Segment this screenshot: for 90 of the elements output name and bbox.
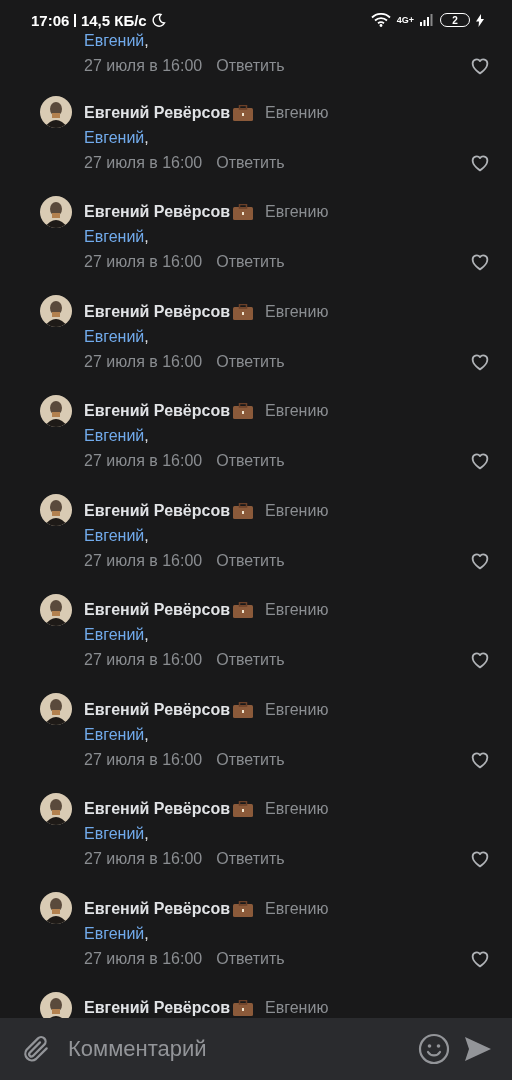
author-name[interactable]: Евгений Ревёрсов [84,999,231,1017]
reply-link[interactable]: Ответить [216,750,285,769]
comment-text: Евгений, [84,626,149,644]
comment-text: Евгений, [84,725,149,744]
briefcase-icon [233,502,254,519]
like-icon[interactable] [470,551,490,570]
reply-link[interactable]: Ответить [216,153,285,172]
reply-link[interactable]: Ответить [216,56,285,75]
briefcase-icon [233,403,254,419]
comment-date: 27 июля в 16:00 [84,253,203,271]
reply-to-name: Евгению [265,402,329,420]
comment-date: 27 июля в 16:00 [84,153,203,172]
like-icon[interactable] [470,153,490,172]
emoji-icon[interactable] [418,1033,450,1065]
reply-link[interactable]: Ответить [216,651,285,669]
author-name[interactable]: Евгений Ревёрсов [84,501,231,520]
author-name[interactable]: Евгений Ревёрсов [84,402,231,420]
comment-date: 27 июля в 16:00 [84,750,203,769]
like-icon[interactable] [470,949,490,968]
like-icon[interactable] [470,452,490,470]
comment-text: Евгений, [84,327,149,346]
comment-text: Евгений, [84,924,149,943]
reply-link[interactable]: Ответить [216,850,285,868]
avatar[interactable] [40,792,72,825]
avatar[interactable] [40,394,72,427]
author-name[interactable]: Евгений Ревёрсов [84,700,231,719]
author-name[interactable]: Евгений Ревёрсов [84,601,231,619]
briefcase-icon [233,701,254,718]
author-name[interactable]: Евгений Ревёрсов [84,103,231,122]
comment-date: 27 июля в 16:00 [84,452,203,470]
reply-to-name: Евгению [265,999,329,1017]
avatar[interactable] [40,494,72,526]
briefcase-icon [233,1000,254,1016]
reply-to-name: Евгению [265,800,329,818]
send-icon[interactable] [464,1035,492,1063]
reply-link[interactable]: Ответить [216,253,285,271]
avatar[interactable] [40,295,72,327]
reply-to-name: Евгению [265,203,329,221]
author-name[interactable]: Евгений Ревёрсов [84,899,231,918]
like-icon[interactable] [470,651,490,669]
comment-text: Евгений, [84,228,149,246]
comment-date: 27 июля в 16:00 [84,56,203,75]
avatar[interactable] [40,991,72,1018]
author-name[interactable]: Евгений Ревёрсов [84,800,231,818]
comment-date: 27 июля в 16:00 [84,352,203,371]
comment-field[interactable]: Комментарий [66,1035,404,1063]
reply-to-name: Евгению [265,601,329,619]
comment-text: Евгений, [84,128,149,147]
reply-link[interactable]: Ответить [216,452,285,470]
like-icon[interactable] [470,56,490,75]
network-speed: 14,5 КБ/с [80,11,147,29]
wifi-icon [370,13,391,27]
avatar[interactable] [40,693,72,725]
like-icon[interactable] [470,750,490,769]
like-icon[interactable] [470,352,490,371]
signal-icon [420,14,434,26]
reply-link[interactable]: Ответить [216,949,285,968]
comment-date: 27 июля в 16:00 [84,651,203,669]
briefcase-icon [233,801,254,817]
reply-to-name: Евгению [265,103,329,122]
briefcase-icon [233,900,254,917]
briefcase-icon [233,204,254,220]
comment-text: Евгений, [84,526,149,545]
reply-to-name: Евгению [265,700,329,719]
reply-to-name: Евгению [265,899,329,918]
comment-bar[interactable]: Комментарий [0,1018,512,1080]
like-icon[interactable] [470,253,490,271]
comment-date: 27 июля в 16:00 [84,949,203,968]
comment-date: 27 июля в 16:00 [84,551,203,570]
briefcase-icon [233,104,254,121]
briefcase-icon [233,303,254,320]
moon-icon [151,13,166,27]
author-name[interactable]: Евгений Ревёрсов [84,302,231,321]
reply-link[interactable]: Ответить [216,551,285,570]
briefcase-icon [233,602,254,618]
like-icon[interactable] [470,850,490,868]
network-type: 4G+ [396,15,414,25]
author-name[interactable]: Евгений Ревёрсов [84,203,231,221]
avatar[interactable] [40,892,72,924]
avatar[interactable] [40,593,72,626]
reply-to-name: Евгению [265,302,329,321]
status-time: 17:06 [31,11,70,29]
comment-text: Евгений, [84,825,149,843]
avatar[interactable] [40,195,72,228]
reply-to-name: Евгению [265,501,329,520]
comment-text: Евгений, [84,31,149,50]
reply-link[interactable]: Ответить [216,352,285,371]
avatar[interactable] [40,96,72,128]
comment-date: 27 июля в 16:00 [84,850,203,868]
comment-text: Евгений, [84,427,149,445]
